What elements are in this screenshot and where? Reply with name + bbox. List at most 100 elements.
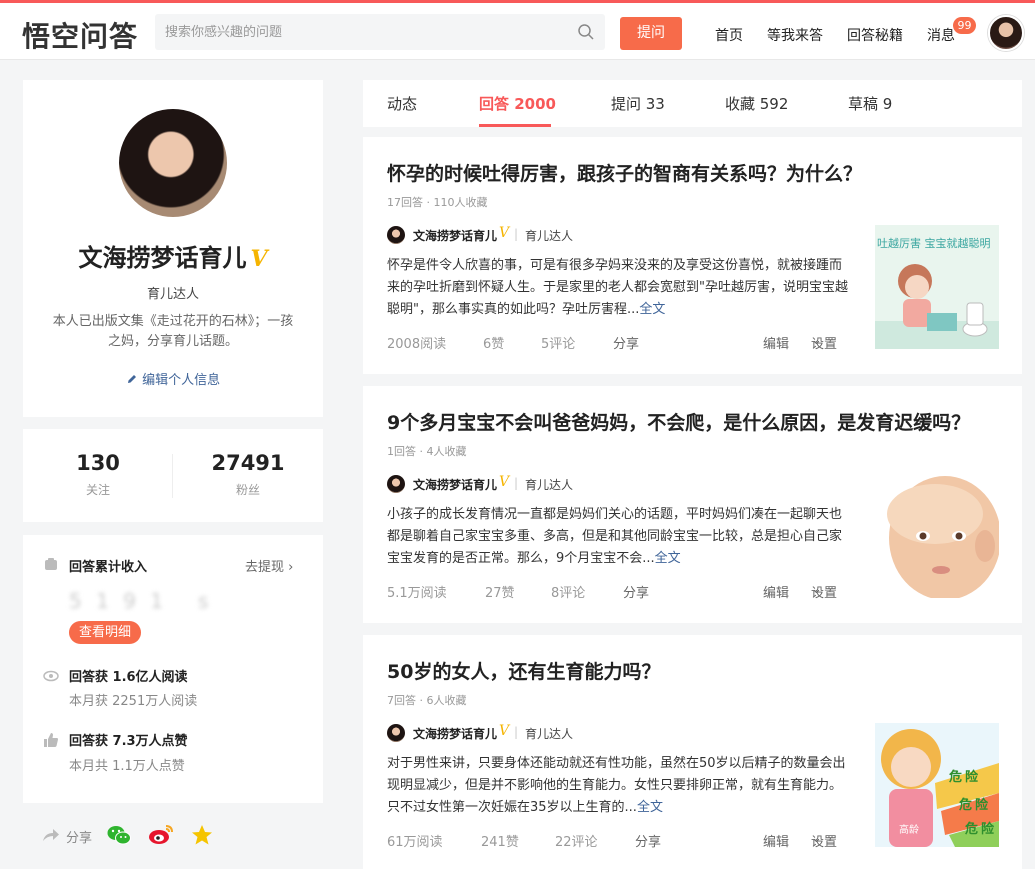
answer-excerpt[interactable]: 怀孕是件令人欣喜的事，可是有很多孕妈来没来的及享受这份喜悦，就被接踵而来的孕吐折…: [387, 255, 852, 321]
verified-icon: V: [250, 246, 268, 272]
profile-avatar: [119, 109, 227, 217]
verified-icon: V: [499, 225, 510, 241]
thumbnail-caption: 吐越厉害 宝宝就越聪明: [877, 236, 991, 250]
edit-button[interactable]: 编辑: [763, 333, 789, 352]
view-details-button[interactable]: 查看明细: [69, 621, 142, 644]
question-title[interactable]: 怀孕的时候吐得厉害，跟孩子的智商有关系吗？为什么？: [387, 159, 1007, 186]
author-tag: 育儿达人: [525, 229, 574, 243]
read-more-link[interactable]: 全文: [637, 800, 663, 815]
nav-waiting-answers[interactable]: 等我来答: [767, 25, 823, 45]
author-tag: 育儿达人: [525, 478, 574, 492]
reads-total: 回答获 1.6亿人阅读: [69, 670, 188, 685]
answer-footer: 2008阅读 6赞 5评论 分享 编辑 设置 ⌄: [387, 333, 838, 352]
read-more-link[interactable]: 全文: [655, 551, 681, 566]
income-card: 回答累计收入 去提现 › 5 1 9 1 s 查看明细 回答获 1.6亿人阅读 …: [23, 535, 323, 803]
ask-question-button[interactable]: 提问: [620, 17, 682, 50]
answer-thumbnail[interactable]: [875, 474, 999, 598]
share-button[interactable]: 分享: [635, 831, 661, 850]
author-name: 文海捞梦话育儿: [413, 478, 498, 492]
read-count: 2008阅读: [387, 337, 447, 352]
like-count: 27赞: [485, 586, 515, 601]
answer-footer: 61万阅读 241赞 22评论 分享 编辑 设置 ⌄: [387, 831, 838, 850]
edit-button[interactable]: 编辑: [763, 831, 789, 850]
question-title[interactable]: 9个多月宝宝不会叫爸爸妈妈，不会爬，是什么原因，是发育迟缓吗？: [387, 408, 1007, 435]
profile-bio: 本人已出版文集《走过花开的石林》；一孩之妈，分享育儿话题。: [52, 314, 294, 349]
like-count: 6赞: [483, 337, 505, 352]
wechat-icon[interactable]: [107, 824, 131, 846]
author-name: 文海捞梦话育儿: [413, 229, 498, 243]
tab-drafts[interactable]: 草稿 9: [848, 93, 892, 114]
message-count-badge: 99: [953, 17, 976, 34]
comment-count[interactable]: 5评论: [541, 333, 575, 352]
author-tag: 育儿达人: [525, 727, 574, 741]
edit-profile-link[interactable]: 编辑个人信息: [23, 369, 323, 388]
active-tab-indicator: [479, 124, 551, 127]
answer-footer: 5.1万阅读 27赞 8评论 分享 编辑 设置 ⌄: [387, 582, 838, 601]
age-label: 高龄: [899, 823, 919, 836]
share-button[interactable]: 分享: [613, 333, 639, 352]
share-arrow-icon: [43, 829, 59, 841]
site-logo[interactable]: 悟空问答: [22, 15, 138, 55]
nav-home[interactable]: 首页: [715, 25, 743, 45]
answer-excerpt[interactable]: 对于男性来讲，只要身体还能动就还有性功能，虽然在50岁以后精子的数量会出现明显减…: [387, 753, 852, 819]
pencil-icon: [127, 375, 136, 383]
likes-total: 回答获 7.3万人点赞: [69, 734, 188, 749]
baby-photo: [875, 474, 999, 598]
author-avatar: [387, 226, 405, 244]
author-avatar: [387, 475, 405, 493]
author-separator: |: [514, 476, 519, 490]
answer-card: 怀孕的时候吐得厉害，跟孩子的智商有关系吗？为什么？ 17回答 · 110人收藏 …: [363, 137, 1022, 374]
risk-word: 险: [965, 769, 979, 785]
question-title[interactable]: 50岁的女人，还有生育能力吗？: [387, 657, 1007, 684]
nav-answer-tips[interactable]: 回答秘籍: [847, 25, 903, 45]
risk-word: 险: [975, 797, 989, 813]
tab-questions[interactable]: 提问 33: [611, 93, 665, 114]
user-avatar[interactable]: [988, 15, 1024, 51]
edit-button[interactable]: 编辑: [763, 582, 789, 601]
answer-card: 50岁的女人，还有生育能力吗？ 7回答 · 6人收藏 文海捞梦话育儿 V | 育…: [363, 635, 1022, 869]
age-risk-illustration: 危 险 危 险 危 险 高龄: [875, 723, 999, 847]
read-count: 5.1万阅读: [387, 586, 447, 601]
author-separator: |: [514, 725, 519, 739]
chevron-down-icon: ⌄: [811, 333, 822, 348]
withdraw-link[interactable]: 去提现 ›: [245, 556, 293, 575]
share-label: 分享: [66, 831, 93, 846]
answer-excerpt[interactable]: 小孩子的成长发育情况一直都是妈妈们关心的话题，平时妈妈们凑在一起聊天也都是聊着自…: [387, 504, 852, 570]
profile-tag: 育儿达人: [146, 287, 199, 302]
wallet-icon: [45, 558, 57, 570]
top-header: 悟空问答 提问 首页 等我来答 回答秘籍 消息 99: [0, 0, 1035, 60]
verified-icon: V: [499, 723, 510, 739]
tab-answers[interactable]: 回答 2000: [479, 93, 556, 114]
likes-month: 本月共 1.1万人点赞: [69, 759, 185, 774]
question-meta: 7回答 · 6人收藏: [387, 694, 467, 707]
stats-card: 130 关注 27491 粉丝: [23, 429, 323, 522]
author-avatar: [387, 724, 405, 742]
search-icon[interactable]: [577, 23, 595, 41]
chevron-right-icon: ›: [288, 560, 294, 575]
tab-activity[interactable]: 动态: [387, 93, 417, 114]
search-input[interactable]: [155, 14, 555, 50]
thumbs-up-icon: [44, 733, 58, 747]
profile-tabs: 动态 回答 2000 提问 33 收藏 592 草稿 9: [363, 80, 1022, 127]
answer-card: 9个多月宝宝不会叫爸爸妈妈，不会爬，是什么原因，是发育迟缓吗？ 1回答 · 4人…: [363, 386, 1022, 623]
risk-word: 险: [981, 821, 995, 837]
following-stat[interactable]: 130 关注: [23, 451, 173, 498]
weibo-icon[interactable]: [148, 824, 174, 846]
answer-thumbnail[interactable]: 吐越厉害 宝宝就越聪明: [875, 225, 999, 349]
author-separator: |: [514, 227, 519, 241]
read-more-link[interactable]: 全文: [639, 302, 665, 317]
nav-messages[interactable]: 消息: [927, 25, 955, 45]
share-button[interactable]: 分享: [623, 582, 649, 601]
author-name: 文海捞梦话育儿: [413, 727, 498, 741]
followers-stat[interactable]: 27491 粉丝: [173, 451, 323, 498]
share-row: 分享: [40, 822, 320, 852]
answer-thumbnail[interactable]: 危 险 危 险 危 险 高龄: [875, 723, 999, 847]
tab-favorites[interactable]: 收藏 592: [725, 93, 788, 114]
star-favorite-icon[interactable]: [191, 824, 213, 846]
following-count: 130: [76, 451, 120, 475]
comment-count[interactable]: 8评论: [551, 582, 585, 601]
risk-word: 危: [949, 769, 962, 785]
comment-count[interactable]: 22评论: [555, 831, 598, 850]
search-bar: [155, 14, 605, 50]
reads-month: 本月获 2251万人阅读: [69, 694, 198, 709]
